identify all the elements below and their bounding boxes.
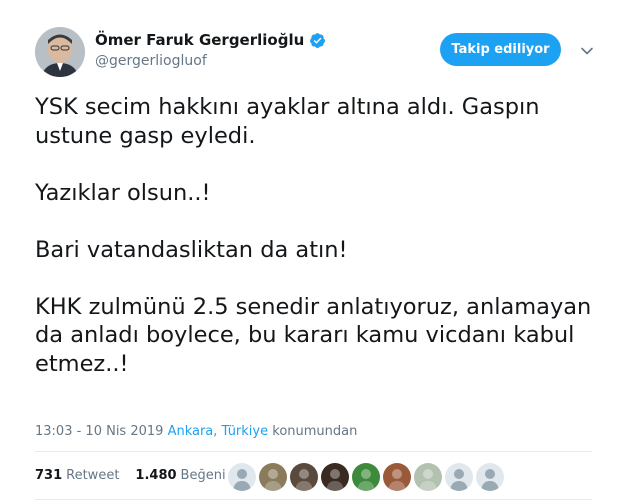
like-count[interactable]: 1.480 Beğeni	[135, 468, 225, 483]
illustration-avatar-icon[interactable]	[414, 463, 442, 491]
sticker-avatar-icon[interactable]	[259, 463, 287, 491]
divider	[35, 451, 592, 452]
retweet-count[interactable]: 731 Retweet	[35, 468, 135, 483]
brown-avatar-icon[interactable]	[383, 463, 411, 491]
author-name[interactable]: Ömer Faruk Gergerlioğlu	[95, 31, 304, 49]
default-avatar-icon[interactable]	[445, 463, 473, 491]
author-avatar[interactable]	[35, 27, 85, 77]
tweet-stats: 731 Retweet 1.480 Beğeni	[35, 468, 226, 483]
liker-avatars	[228, 463, 507, 491]
portrait-avatar-icon[interactable]	[290, 463, 318, 491]
default-avatar-icon[interactable]	[228, 463, 256, 491]
author-photo-icon	[35, 27, 85, 77]
following-button[interactable]: Takip ediliyor	[440, 33, 561, 66]
sports-badge-avatar-icon[interactable]	[352, 463, 380, 491]
default-avatar-icon[interactable]	[476, 463, 504, 491]
verified-badge-icon	[309, 32, 326, 49]
tweet-text: YSK secim hakkını ayaklar altına aldı. G…	[35, 94, 592, 377]
tweet-location[interactable]: Ankara, Türkiye	[168, 424, 269, 439]
author-handle[interactable]: @gergerliogluof	[95, 53, 207, 69]
location-suffix: konumundan	[272, 424, 358, 439]
chevron-down-icon[interactable]	[580, 43, 594, 57]
tweet-timestamp[interactable]: 13:03 - 10 Nis 2019	[35, 424, 163, 439]
divider	[35, 499, 592, 500]
author-name-row: Ömer Faruk Gergerlioğlu	[95, 31, 326, 49]
glasses-avatar-icon[interactable]	[321, 463, 349, 491]
tweet-meta: 13:03 - 10 Nis 2019 Ankara, Türkiye konu…	[35, 424, 357, 439]
